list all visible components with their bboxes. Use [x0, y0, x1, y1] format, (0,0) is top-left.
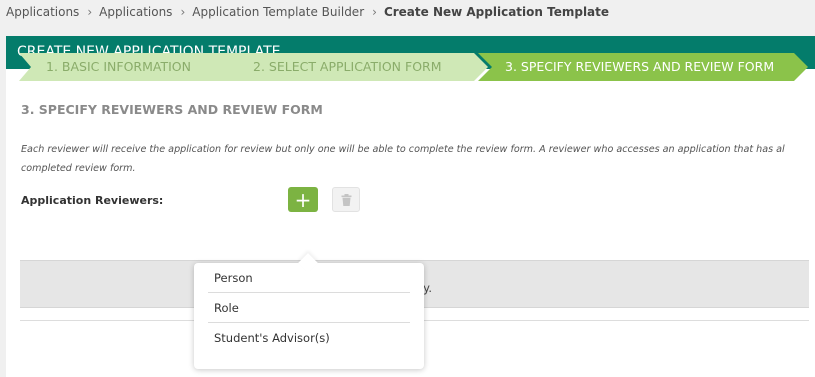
trash-icon: [341, 193, 351, 206]
chevron-right-icon: ›: [372, 5, 377, 19]
menu-item-person[interactable]: Person: [208, 263, 410, 293]
chevron-right-icon: ›: [87, 5, 93, 19]
description-line-2: completed review form.: [21, 163, 136, 174]
description-line-1: Each reviewer will receive the applicati…: [21, 144, 785, 155]
reviewers-label: Application Reviewers:: [21, 194, 164, 207]
menu-item-role[interactable]: Role: [208, 293, 410, 323]
breadcrumb-item-template-builder[interactable]: Application Template Builder: [192, 5, 364, 19]
breadcrumb: Applications › Applications › Applicatio…: [6, 3, 609, 21]
add-reviewer-menu: Person Role Student's Advisor(s): [194, 253, 424, 369]
breadcrumb-current: Create New Application Template: [383, 5, 610, 19]
add-reviewer-button[interactable]: +: [288, 187, 318, 212]
step-select-application-form[interactable]: 2. SELECT APPLICATION FORM: [226, 53, 488, 81]
section-description: Each reviewer will receive the applicati…: [21, 140, 815, 178]
delete-reviewer-button[interactable]: [332, 187, 360, 212]
step-specify-reviewers[interactable]: 3. SPECIFY REVIEWERS AND REVIEW FORM: [478, 53, 808, 81]
section-title: 3. SPECIFY REVIEWERS AND REVIEW FORM: [21, 102, 323, 117]
breadcrumb-item-applications[interactable]: Applications: [6, 5, 79, 19]
chevron-right-icon: ›: [180, 5, 186, 19]
step-basic-information[interactable]: 1. BASIC INFORMATION: [19, 53, 241, 81]
breadcrumb-item-applications-2[interactable]: Applications: [99, 5, 172, 19]
menu-item-students-advisors[interactable]: Student's Advisor(s): [208, 323, 410, 352]
plus-icon: +: [294, 187, 312, 212]
